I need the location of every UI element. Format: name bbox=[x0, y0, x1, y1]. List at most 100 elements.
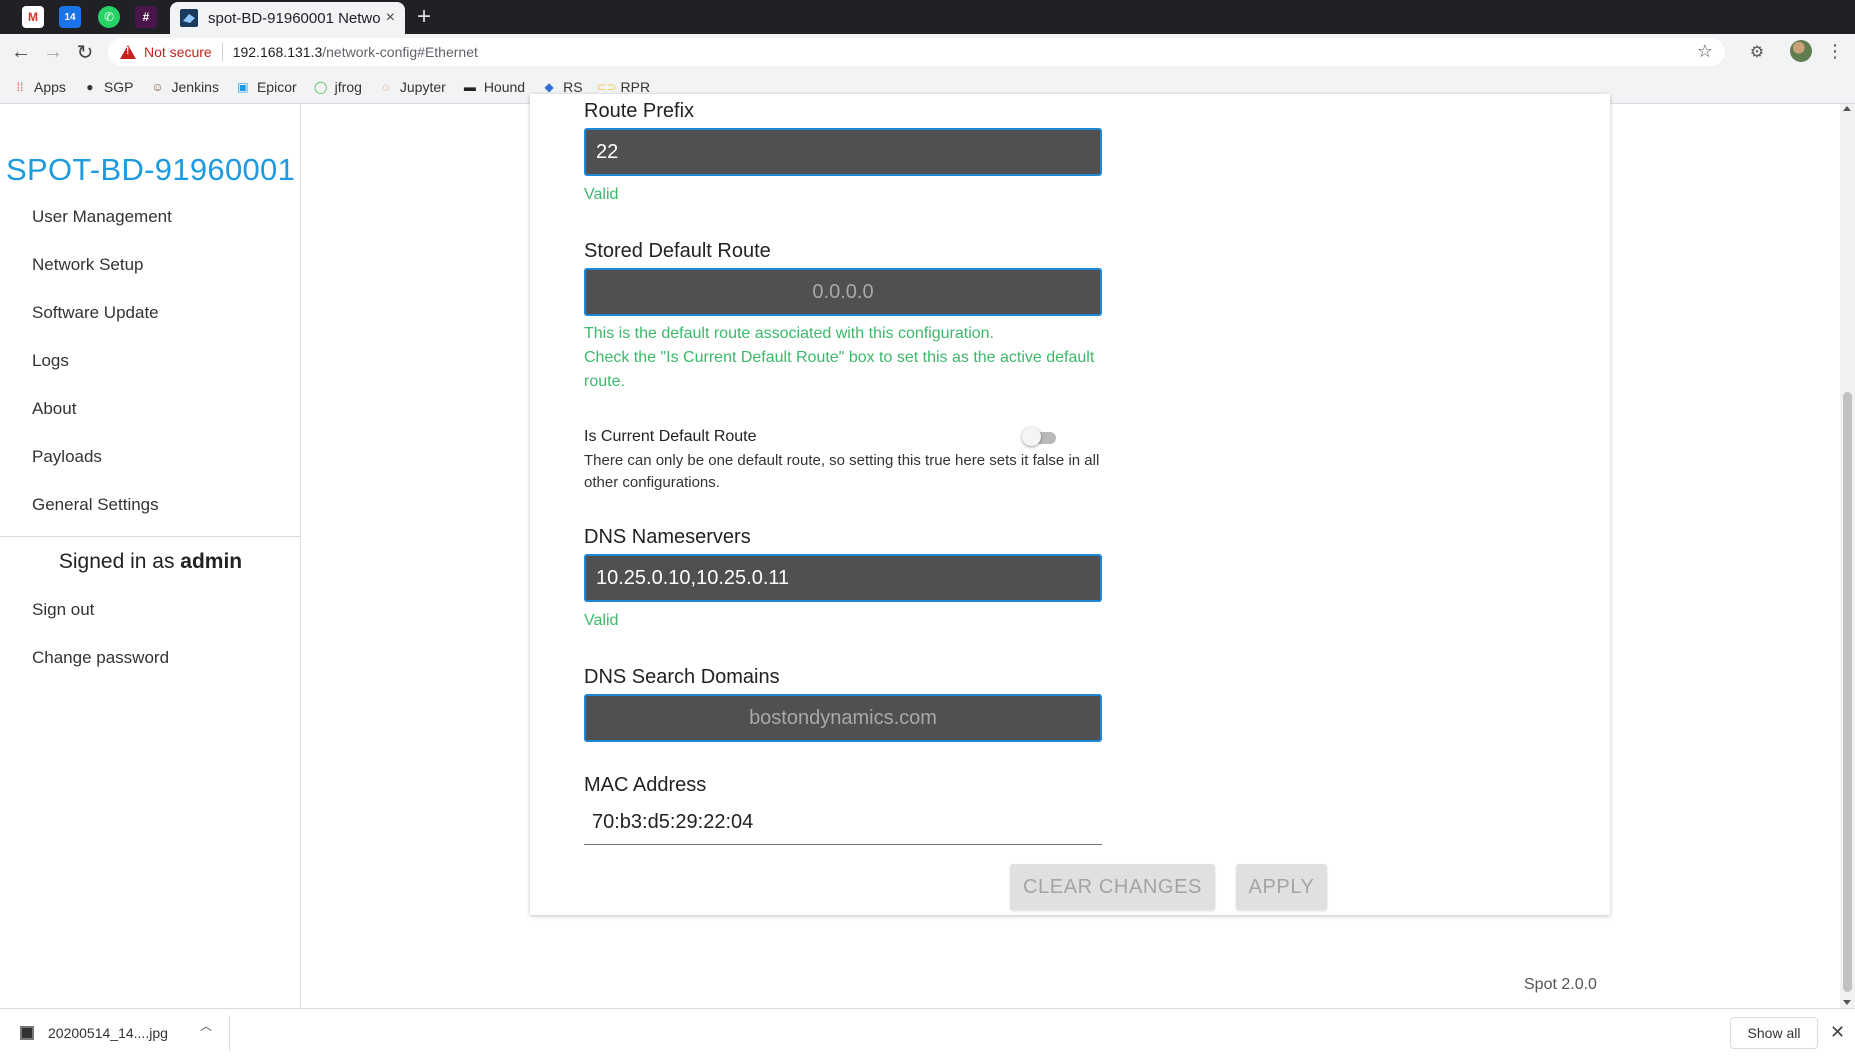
dns-nameservers-label: DNS Nameservers bbox=[584, 526, 751, 548]
bookmark-label: jfrog bbox=[334, 78, 362, 95]
bookmark-apps[interactable]: ⁞⁞ Apps bbox=[12, 79, 66, 95]
link-icon: ⊂⊃ bbox=[596, 79, 617, 94]
browser-tab-strip: M 14 ✆ # spot-BD-91960001 Netwo × + bbox=[0, 0, 1855, 34]
gmail-pinned-tab[interactable]: M bbox=[22, 6, 44, 28]
reload-icon: ↻ bbox=[76, 41, 94, 64]
stored-default-route-hint-line1: This is the default route associated wit… bbox=[584, 325, 994, 342]
download-divider bbox=[229, 1015, 230, 1051]
nav-general-settings[interactable]: General Settings bbox=[32, 495, 159, 515]
signed-in-status: Signed in as admin bbox=[0, 550, 301, 574]
whatsapp-pinned-tab[interactable]: ✆ bbox=[98, 6, 120, 28]
bookmark-label: RPR bbox=[620, 78, 651, 95]
bookmark-star-icon[interactable]: ☆ bbox=[1697, 41, 1713, 62]
forward-button[interactable]: → bbox=[41, 40, 65, 64]
scrollbar-thumb[interactable] bbox=[1843, 392, 1852, 992]
nav-user-management[interactable]: User Management bbox=[32, 207, 172, 227]
bookmark-label: RS bbox=[563, 78, 583, 95]
stored-default-route-hint-line2: Check the "Is Current Default Route" box… bbox=[584, 349, 1095, 390]
bookmark-rs[interactable]: ◆ RS bbox=[541, 79, 582, 95]
extension-icon[interactable]: ⚙ bbox=[1745, 41, 1769, 63]
main-content: Route Prefix 22 Valid Stored Default Rou… bbox=[302, 94, 1840, 1008]
stored-default-route-hint: This is the default route associated wit… bbox=[584, 322, 1104, 394]
bookmark-epicor[interactable]: ▣ Epicor bbox=[235, 78, 297, 95]
omnibox-divider bbox=[221, 43, 223, 61]
scroll-up-arrow-icon[interactable] bbox=[1843, 106, 1851, 111]
calendar-pinned-tab[interactable]: 14 bbox=[59, 6, 81, 28]
current-default-route-help: There can only be one default route, so … bbox=[584, 452, 1100, 491]
robot-name-title[interactable]: SPOT-BD-91960001 bbox=[6, 152, 295, 188]
tab-title: spot-BD-91960001 Netwo bbox=[208, 9, 380, 27]
browser-toolbar: ← → ↻ Not secure 192.168.131.3 /network-… bbox=[0, 34, 1855, 70]
nav-software-update[interactable]: Software Update bbox=[32, 303, 159, 323]
apply-button[interactable]: APPLY bbox=[1236, 864, 1327, 910]
show-all-downloads-button[interactable]: Show all bbox=[1730, 1017, 1818, 1049]
url-path: /network-config#Ethernet bbox=[322, 44, 478, 60]
mac-address-label: MAC Address bbox=[584, 774, 707, 796]
dns-nameservers-status: Valid bbox=[584, 612, 619, 629]
chevron-up-icon[interactable]: ︿ bbox=[200, 1017, 212, 1034]
whatsapp-icon: ✆ bbox=[103, 10, 115, 24]
back-button[interactable]: ← bbox=[9, 40, 33, 64]
reload-button[interactable]: ↻ bbox=[73, 40, 97, 64]
current-default-route-label: Is Current Default Route bbox=[584, 428, 757, 445]
hound-icon: ▬ bbox=[463, 79, 476, 94]
toggle-thumb bbox=[1022, 427, 1041, 446]
active-tab[interactable]: spot-BD-91960001 Netwo × bbox=[170, 2, 405, 34]
bookmark-label: Jenkins bbox=[171, 78, 219, 95]
sidebar-divider bbox=[0, 536, 301, 537]
bookmark-rpr[interactable]: ⊂⊃ RPR bbox=[596, 78, 651, 95]
bookmark-label: Hound bbox=[483, 78, 526, 95]
sidebar: SPOT-BD-91960001 User Management Network… bbox=[0, 104, 301, 1008]
bookmark-label: Epicor bbox=[256, 78, 297, 95]
scroll-down-arrow-icon[interactable] bbox=[1843, 1000, 1851, 1005]
bookmark-jfrog[interactable]: ◯ jfrog bbox=[313, 79, 362, 95]
url-host: 192.168.131.3 bbox=[232, 44, 323, 60]
nav-logs[interactable]: Logs bbox=[32, 351, 69, 371]
bookmark-hound[interactable]: ▬ Hound bbox=[462, 79, 525, 95]
jupyter-icon: ◌ bbox=[382, 79, 390, 94]
calendar-icon: 14 bbox=[64, 11, 76, 23]
dns-nameservers-input[interactable]: 10.25.0.10,10.25.0.11 bbox=[584, 554, 1102, 602]
slack-pinned-tab[interactable]: # bbox=[135, 6, 157, 28]
signed-in-prefix: Signed in as bbox=[58, 550, 175, 573]
jenkins-icon: ☺ bbox=[151, 79, 164, 94]
profile-avatar[interactable] bbox=[1790, 40, 1812, 62]
page-scrollbar[interactable] bbox=[1840, 104, 1855, 1008]
browser-menu-icon[interactable]: ⋮ bbox=[1826, 38, 1844, 64]
slack-icon: # bbox=[142, 10, 150, 24]
route-prefix-input[interactable]: 22 bbox=[584, 128, 1102, 176]
version-label: Spot 2.0.0 bbox=[1524, 976, 1597, 993]
download-shelf: 20200514_14....jpg ︿ Show all ✕ bbox=[0, 1008, 1855, 1056]
nav-network-setup[interactable]: Network Setup bbox=[32, 255, 144, 275]
gmail-icon: M bbox=[28, 10, 38, 24]
apps-grid-icon: ⁞⁞ bbox=[16, 79, 24, 94]
route-prefix-label: Route Prefix bbox=[584, 100, 695, 122]
bookmark-jupyter[interactable]: ◌ Jupyter bbox=[378, 79, 446, 95]
bookmark-jenkins[interactable]: ☺ Jenkins bbox=[150, 79, 219, 95]
close-icon[interactable]: ✕ bbox=[1830, 1022, 1845, 1043]
sign-out-link[interactable]: Sign out bbox=[32, 600, 94, 620]
address-bar[interactable]: Not secure 192.168.131.3 /network-config… bbox=[108, 38, 1725, 66]
stored-default-route-input[interactable]: 0.0.0.0 bbox=[584, 268, 1102, 316]
download-filename: 20200514_14....jpg bbox=[48, 1025, 168, 1041]
bookmark-sgp[interactable]: ● SGP bbox=[82, 79, 133, 95]
diamond-icon: ◆ bbox=[544, 79, 554, 94]
bookmark-label: Apps bbox=[34, 78, 66, 95]
dns-search-domains-input[interactable]: bostondynamics.com bbox=[584, 694, 1102, 742]
current-default-route-toggle[interactable] bbox=[1022, 427, 1058, 446]
not-secure-label: Not secure bbox=[144, 44, 212, 60]
download-item[interactable]: 20200514_14....jpg bbox=[20, 1017, 228, 1049]
change-password-link[interactable]: Change password bbox=[32, 648, 169, 668]
new-tab-button[interactable]: + bbox=[417, 4, 431, 30]
dns-search-domains-label: DNS Search Domains bbox=[584, 666, 780, 688]
arrow-left-icon: ← bbox=[11, 40, 31, 63]
nav-about[interactable]: About bbox=[32, 399, 76, 419]
epicor-icon: ▣ bbox=[237, 79, 249, 94]
mac-address-value: 70:b3:d5:29:22:04 bbox=[584, 801, 1102, 845]
warning-icon bbox=[120, 45, 136, 59]
image-file-icon bbox=[20, 1026, 34, 1040]
signed-in-user: admin bbox=[180, 550, 243, 573]
nav-payloads[interactable]: Payloads bbox=[32, 447, 102, 467]
clear-changes-button[interactable]: CLEAR CHANGES bbox=[1010, 864, 1215, 910]
tab-close-icon[interactable]: × bbox=[386, 9, 395, 27]
